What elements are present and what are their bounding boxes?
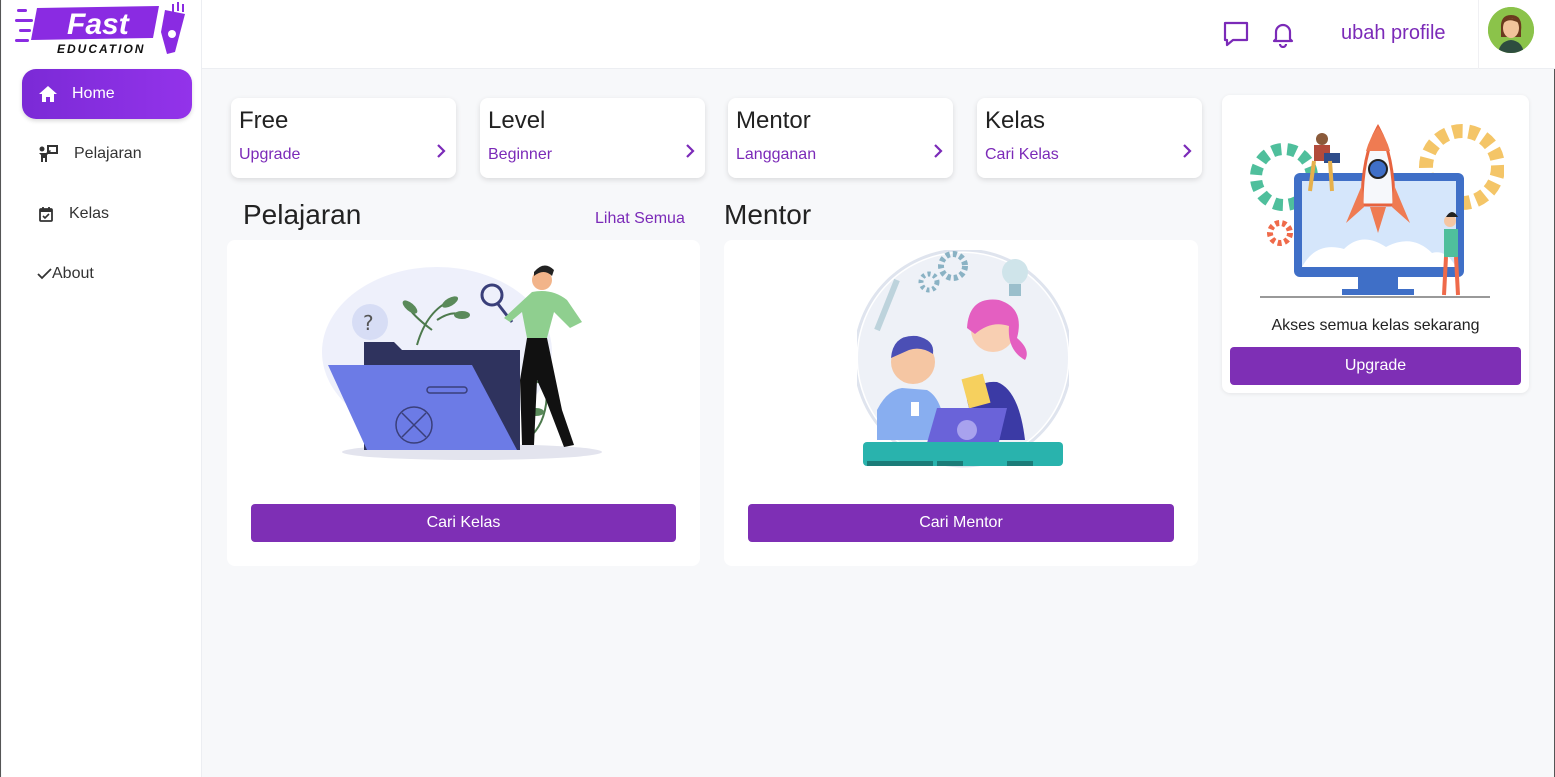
stat-card-kelas[interactable]: Kelas Cari Kelas (977, 98, 1202, 178)
stat-subtitle: Beginner (488, 146, 553, 163)
stat-card-free[interactable]: Free Upgrade (231, 98, 456, 178)
svg-text:EDUCATION: EDUCATION (57, 42, 145, 56)
folder-search-illustration: ? (322, 265, 602, 460)
sidebar-item-label: About (52, 265, 94, 282)
fast-education-logo[interactable]: Fast EDUCATION (15, 2, 190, 58)
chevron-right-icon (437, 144, 446, 158)
sidebar-item-label: Kelas (69, 205, 110, 222)
upgrade-promo-card: Akses semua kelas sekarang Upgrade (1222, 95, 1529, 393)
mentor-illustration (857, 250, 1069, 468)
stat-subtitle: Upgrade (239, 146, 301, 163)
stat-subtitle: Cari Kelas (985, 146, 1059, 163)
stat-title: Level (488, 107, 546, 134)
chat-icon[interactable] (1222, 20, 1250, 48)
sidebar-item-pelajaran[interactable]: Pelajaran (22, 129, 192, 179)
rocket-launch-illustration (1250, 123, 1504, 298)
header-divider (1478, 0, 1479, 69)
stat-title: Free (239, 107, 289, 134)
upgrade-button[interactable]: Upgrade (1230, 347, 1521, 385)
stat-card-mentor[interactable]: Mentor Langganan (728, 98, 953, 178)
home-icon (38, 84, 58, 104)
avatar[interactable] (1488, 7, 1534, 53)
check-icon (36, 264, 52, 284)
mentor-title: Mentor (724, 199, 812, 230)
sidebar: Fast EDUCATION Home Pelajaran Kelas Abou… (2, 0, 202, 777)
sidebar-item-kelas[interactable]: Kelas (22, 189, 192, 239)
sidebar-item-label: Home (72, 85, 115, 102)
see-all-link[interactable]: Lihat Semua (595, 210, 685, 228)
promo-text: Akses semua kelas sekarang (1271, 317, 1480, 334)
svg-text:Fast: Fast (67, 8, 131, 41)
top-header: ubah profile (202, 0, 1555, 69)
chevron-right-icon (934, 144, 943, 158)
stat-title: Kelas (985, 107, 1046, 134)
sidebar-item-home[interactable]: Home (22, 69, 192, 119)
pelajaran-title: Pelajaran (243, 199, 362, 230)
calendar-check-icon (36, 204, 56, 224)
svg-text:?: ? (363, 311, 374, 335)
edit-profile-link[interactable]: ubah profile (1341, 22, 1446, 45)
bell-icon[interactable] (1269, 20, 1297, 49)
stat-subtitle: Langganan (736, 146, 817, 163)
find-mentor-button[interactable]: Cari Mentor (748, 504, 1174, 542)
teacher-board-icon (38, 144, 58, 164)
chevron-right-icon (1183, 144, 1192, 158)
find-class-button[interactable]: Cari Kelas (251, 504, 676, 542)
stat-card-level[interactable]: Level Beginner (480, 98, 705, 178)
app-window: Fast EDUCATION Home Pelajaran Kelas Abou… (0, 0, 1555, 777)
mentor-panel: Cari Mentor (724, 240, 1198, 566)
sidebar-item-label: Pelajaran (74, 145, 142, 162)
chevron-right-icon (686, 144, 695, 158)
pelajaran-panel: ? Cari Kelas (227, 240, 700, 566)
stat-title: Mentor (736, 107, 811, 134)
sidebar-item-about[interactable]: About (22, 249, 192, 299)
